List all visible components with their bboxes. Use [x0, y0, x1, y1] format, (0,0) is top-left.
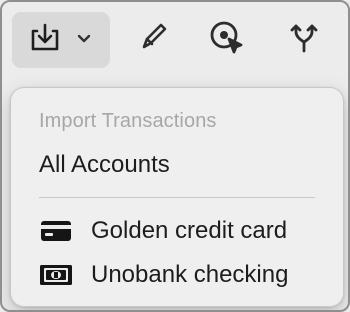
import-tray-icon — [28, 21, 62, 60]
menu-item-label: All Accounts — [39, 151, 170, 178]
menu-header: Import Transactions — [39, 110, 217, 132]
menu-item-label: Unobank checking — [91, 261, 289, 288]
menu-item-unobank-checking[interactable]: Unobank checking — [39, 258, 325, 292]
merge-button[interactable] — [282, 16, 326, 64]
import-transactions-menu: Import Transactions All Accounts Golden … — [10, 87, 344, 307]
edit-button[interactable] — [133, 18, 175, 60]
pencil-icon — [137, 20, 171, 59]
cash-icon — [39, 263, 73, 287]
menu-item-golden-credit-card[interactable]: Golden credit card — [39, 214, 325, 248]
menu-item-label: Golden credit card — [91, 217, 288, 244]
toolbar — [2, 2, 348, 80]
target-cursor-icon — [207, 18, 247, 63]
menu-divider — [39, 197, 315, 198]
app-window: Import Transactions All Accounts Golden … — [0, 0, 350, 312]
merge-branch-icon — [285, 19, 323, 62]
menu-item-all-accounts[interactable]: All Accounts — [39, 149, 325, 181]
chevron-down-icon — [76, 31, 92, 49]
select-button[interactable] — [203, 16, 251, 64]
credit-card-icon — [39, 219, 73, 243]
import-transactions-button[interactable] — [12, 12, 110, 68]
